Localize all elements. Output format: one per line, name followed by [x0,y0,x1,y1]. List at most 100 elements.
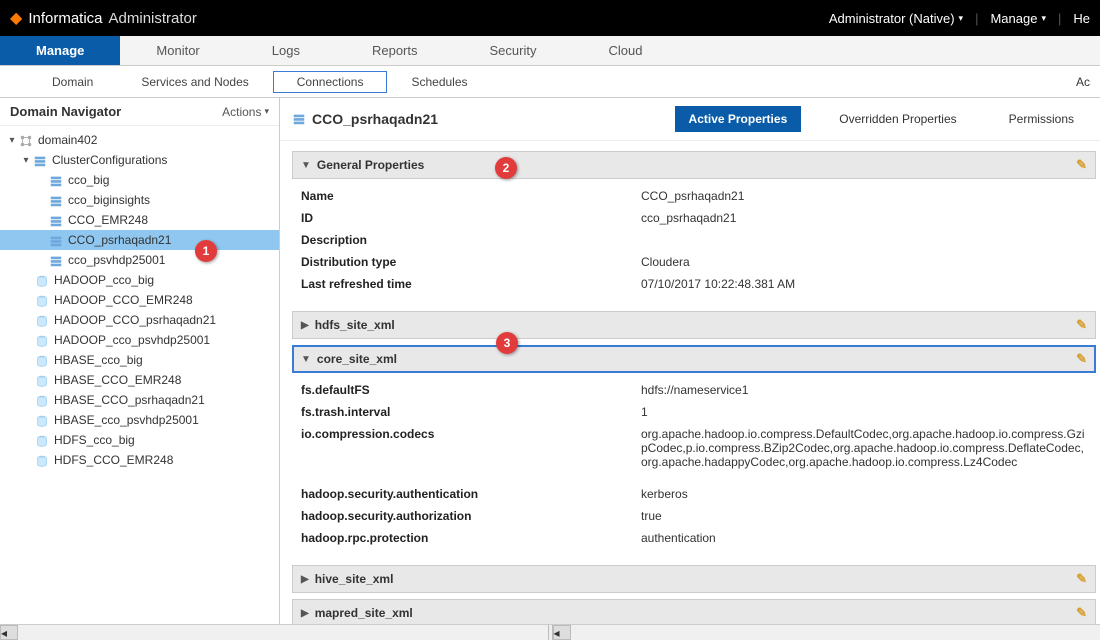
service-icon [34,293,50,307]
chevron-right-icon: ▶ [301,608,309,619]
property-key: hadoop.security.authentication [301,487,641,501]
tree-cc-item[interactable]: cco_psvhdp25001 [0,250,279,270]
scroll-track-right[interactable] [571,625,1100,640]
property-key: ID [301,211,641,225]
tree-cc-item[interactable]: CCO_psrhaqadn21 [0,230,279,250]
scroll-track-left[interactable] [18,625,548,640]
tree-cluster-configs[interactable]: ▾ClusterConfigurations [0,150,279,170]
edit-icon[interactable]: ✎ [1076,571,1087,587]
subtab-overflow[interactable]: Ac [1076,75,1090,89]
tree-item-label: cco_big [68,173,109,187]
property-row: fs.trash.interval1 [297,401,1092,423]
tab-security[interactable]: Security [454,36,573,65]
edit-icon[interactable]: ✎ [1076,317,1087,333]
detail-tab-active-props[interactable]: Active Properties [675,106,802,132]
property-key: io.compression.codecs [301,427,641,469]
tree-item-label: CCO_EMR248 [68,213,148,227]
cluster-config-icon [48,193,64,207]
section-header-hdfs[interactable]: ▶ hdfs_site_xml ✎ [292,311,1096,339]
detail-tab-permissions[interactable]: Permissions [995,106,1088,132]
section-header-general[interactable]: ▼ General Properties ✎ [292,151,1096,179]
section-general-properties: ▼ General Properties ✎ NameCCO_psrhaqadn… [292,151,1096,305]
tree-item-label: HBASE_cco_psvhdp25001 [54,413,199,427]
navigator-header: Domain Navigator Actions▾ [0,98,279,126]
service-icon [34,413,50,427]
subtab-services-nodes[interactable]: Services and Nodes [117,71,272,93]
navigator-actions-menu[interactable]: Actions▾ [222,105,269,119]
tab-manage[interactable]: Manage [0,36,120,65]
property-value: 1 [641,405,1088,419]
section-header-hive[interactable]: ▶ hive_site_xml ✎ [292,565,1096,593]
tree-service-item[interactable]: HBASE_CCO_EMR248 [0,370,279,390]
detail-title: CCO_psrhaqadn21 [312,111,438,127]
tree-service-item[interactable]: HADOOP_CCO_psrhaqadn21 [0,310,279,330]
subtab-schedules[interactable]: Schedules [387,71,491,93]
property-key: fs.trash.interval [301,405,641,419]
edit-icon[interactable]: ✎ [1076,157,1087,173]
section-header-mapred[interactable]: ▶ mapred_site_xml ✎ [292,599,1096,624]
scroll-left-button[interactable]: ◂ [553,625,571,640]
tree-service-item[interactable]: HADOOP_cco_big [0,270,279,290]
cluster-config-icon [48,173,64,187]
detail-panel: CCO_psrhaqadn21 Active Properties Overri… [280,98,1100,624]
tree-item-label: HBASE_cco_big [54,353,143,367]
chevron-down-icon: ▾ [1041,13,1046,24]
edit-icon[interactable]: ✎ [1076,351,1087,367]
subtab-connections[interactable]: Connections [273,71,388,93]
section-header-core[interactable]: ▼ core_site_xml ✎ [292,345,1096,373]
property-value: authentication [641,531,1088,545]
property-row: IDcco_psrhaqadn21 [297,207,1092,229]
scroll-left-button[interactable]: ◂ [0,625,18,640]
main-tab-bar: Manage Monitor Logs Reports Security Clo… [0,36,1100,66]
tree-service-item[interactable]: HBASE_CCO_psrhaqadn21 [0,390,279,410]
tree-item-label: CCO_psrhaqadn21 [68,233,171,247]
section-hive-site-xml: ▶ hive_site_xml ✎ [292,565,1096,593]
subtab-domain[interactable]: Domain [28,71,117,93]
chevron-down-icon: ▾ [264,106,269,117]
tab-cloud[interactable]: Cloud [572,36,678,65]
tree-domain-root[interactable]: ▾domain402 [0,130,279,150]
property-value: 07/10/2017 10:22:48.381 AM [641,277,1088,291]
tab-monitor[interactable]: Monitor [120,36,235,65]
horizontal-scrollbar[interactable]: ◂ ◂ [0,624,1100,640]
tree-service-item[interactable]: HBASE_cco_psvhdp25001 [0,410,279,430]
tree-item-label: HADOOP_CCO_psrhaqadn21 [54,313,216,327]
edit-icon[interactable]: ✎ [1076,605,1087,621]
property-value: kerberos [641,487,1088,501]
tree-cc-item[interactable]: cco_biginsights [0,190,279,210]
property-row: NameCCO_psrhaqadn21 [297,185,1092,207]
tree-service-item[interactable]: HADOOP_cco_psvhdp25001 [0,330,279,350]
property-row: Description [297,229,1092,251]
tree-cc-item[interactable]: cco_big [0,170,279,190]
tab-reports[interactable]: Reports [336,36,454,65]
detail-tab-overridden[interactable]: Overridden Properties [825,106,970,132]
tree-service-item[interactable]: HDFS_CCO_EMR248 [0,450,279,470]
tree-service-item[interactable]: HADOOP_CCO_EMR248 [0,290,279,310]
user-menu[interactable]: Administrator (Native)▾ [829,11,963,26]
property-row: Distribution typeCloudera [297,251,1092,273]
chevron-down-icon: ▾ [959,13,964,24]
help-menu[interactable]: He [1073,11,1090,26]
service-icon [34,373,50,387]
property-key: Distribution type [301,255,641,269]
nav-tree: ▾domain402 ▾ClusterConfigurations cco_bi… [0,126,279,624]
tab-logs[interactable]: Logs [236,36,336,65]
tree-item-label: cco_psvhdp25001 [68,253,165,267]
tree-cc-item[interactable]: CCO_EMR248 [0,210,279,230]
property-key: fs.defaultFS [301,383,641,397]
tree-service-item[interactable]: HBASE_cco_big [0,350,279,370]
brand-suffix: Administrator [109,10,197,27]
service-icon [34,433,50,447]
chevron-down-icon: ▾ [6,135,18,146]
chevron-down-icon: ▼ [301,160,311,171]
separator: | [1058,11,1061,26]
tree-item-label: HADOOP_CCO_EMR248 [54,293,193,307]
property-row: hadoop.security.authenticationkerberos [297,483,1092,505]
tree-service-item[interactable]: HDFS_cco_big [0,430,279,450]
detail-body[interactable]: ▼ General Properties ✎ NameCCO_psrhaqadn… [280,141,1100,624]
brand-logo-icon: ◆ [10,8,22,28]
tree-item-label: HDFS_CCO_EMR248 [54,453,173,467]
detail-tabs: Active Properties Overridden Properties … [675,106,1088,132]
cluster-config-icon [48,253,64,267]
manage-menu[interactable]: Manage▾ [990,11,1046,26]
